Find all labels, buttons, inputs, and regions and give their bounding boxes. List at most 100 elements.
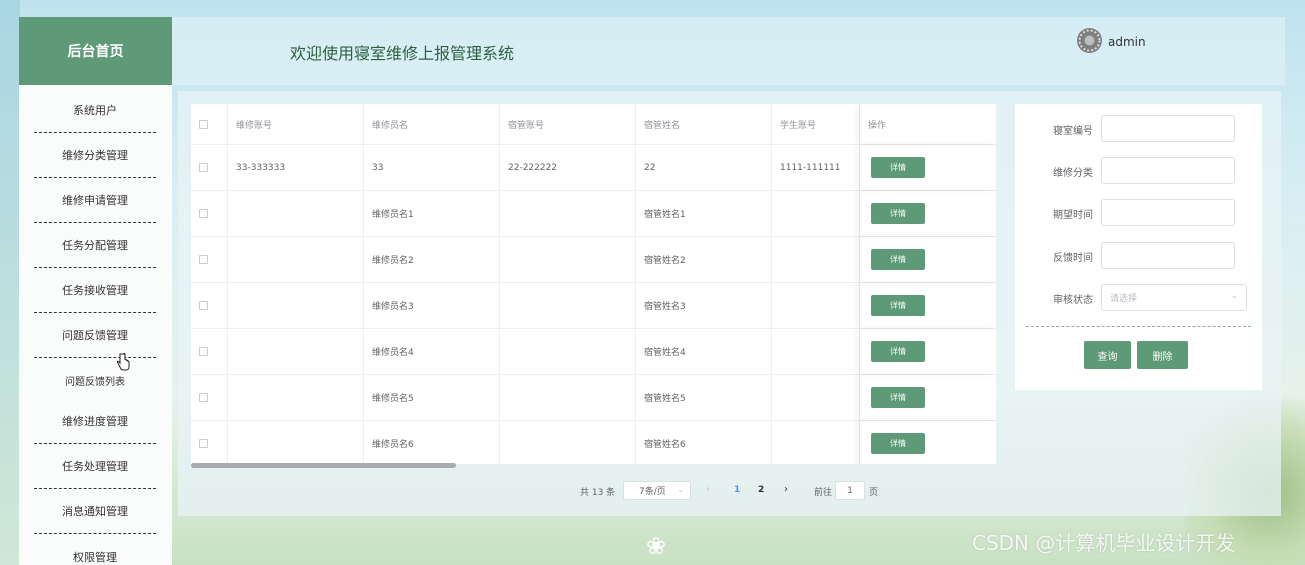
sidebar-item-notifications[interactable]: 消息通知管理: [34, 489, 156, 534]
sidebar-item-task-process[interactable]: 任务处理管理: [34, 444, 156, 489]
detail-button[interactable]: 详情: [871, 341, 925, 362]
sidebar-item-permissions[interactable]: 权限管理: [34, 534, 156, 565]
data-table: 维修账号 维修员名 宿管账号 宿管姓名 学生账号 操作 33-333333 33…: [191, 104, 996, 464]
search-form: 寝室编号 维修分类 期望时间 反馈时间 审核状态 请选择 ⌄ 查询 删除: [1015, 104, 1262, 390]
dorm-number-input[interactable]: [1101, 115, 1235, 142]
row-checkbox-cell[interactable]: [191, 421, 228, 464]
cell-student-account: [772, 283, 860, 328]
cell-repair-account: [228, 191, 364, 236]
cell-manager-account: [500, 191, 636, 236]
sidebar-item-system-users[interactable]: 系统用户: [34, 88, 156, 133]
pagination-total: 共 13 条: [580, 488, 616, 498]
cell-manager-account: 22-222222: [500, 145, 636, 190]
cell-actions: 详情: [860, 421, 996, 464]
next-page-icon[interactable]: ›: [784, 484, 788, 495]
background-left-strip: [0, 0, 20, 565]
cell-manager-name: 宿管姓名5: [636, 375, 772, 420]
table-row: 维修员名2 宿管姓名2 详情: [191, 237, 996, 283]
detail-button[interactable]: 详情: [871, 433, 925, 454]
column-header-actions: 操作: [860, 104, 996, 144]
cell-repair-account: [228, 375, 364, 420]
row-checkbox-cell[interactable]: [191, 283, 228, 328]
sidebar-item-repair-request[interactable]: 维修申请管理: [34, 178, 156, 223]
feedback-time-label: 反馈时间: [1053, 253, 1093, 264]
page-number-1[interactable]: 1: [734, 485, 740, 495]
detail-button[interactable]: 详情: [871, 387, 925, 408]
repair-category-input[interactable]: [1101, 157, 1235, 184]
cell-repair-account: [228, 283, 364, 328]
expected-time-label: 期望时间: [1053, 210, 1093, 221]
cell-manager-account: [500, 421, 636, 464]
detail-button[interactable]: 详情: [871, 295, 925, 316]
sidebar-item-repair-category[interactable]: 维修分类管理: [34, 133, 156, 178]
row-checkbox-cell[interactable]: [191, 191, 228, 236]
sidebar-home[interactable]: 后台首页: [19, 17, 172, 85]
table-row: 维修员名4 宿管姓名4 详情: [191, 329, 996, 375]
watermark: CSDN @计算机毕业设计开发: [972, 531, 1236, 555]
row-checkbox[interactable]: [199, 209, 208, 218]
cell-manager-account: [500, 375, 636, 420]
sidebar-item-feedback[interactable]: 问题反馈管理: [34, 313, 156, 358]
cell-student-account: [772, 237, 860, 282]
cell-repairer-name: 维修员名1: [364, 191, 500, 236]
table-horizontal-scrollbar[interactable]: [191, 463, 996, 469]
avatar[interactable]: [1077, 28, 1102, 53]
hand-cursor-icon: [116, 353, 130, 371]
row-checkbox[interactable]: [199, 301, 208, 310]
sidebar-item-task-assign[interactable]: 任务分配管理: [34, 223, 156, 268]
table-row: 维修员名3 宿管姓名3 详情: [191, 283, 996, 329]
sidebar-item-task-receive[interactable]: 任务接收管理: [34, 268, 156, 313]
sidebar-item-repair-progress[interactable]: 维修进度管理: [34, 399, 156, 444]
form-divider: [1026, 326, 1251, 327]
review-status-select[interactable]: 请选择 ⌄: [1101, 284, 1247, 311]
review-status-placeholder: 请选择: [1110, 294, 1138, 304]
page-size-select[interactable]: 7条/页 ⌄: [623, 481, 691, 500]
dandelion-icon: ❀: [645, 532, 667, 560]
avatar-icon: [1077, 28, 1102, 53]
repair-category-label: 维修分类: [1053, 168, 1093, 179]
cell-repair-account: [228, 329, 364, 374]
cell-repairer-name: 维修员名2: [364, 237, 500, 282]
page-suffix: 页: [869, 488, 879, 498]
row-checkbox[interactable]: [199, 163, 208, 172]
delete-button[interactable]: 删除: [1137, 341, 1188, 369]
row-checkbox[interactable]: [199, 347, 208, 356]
cell-repair-account: 33-333333: [228, 145, 364, 190]
row-checkbox-cell[interactable]: [191, 237, 228, 282]
cell-manager-name: 宿管姓名4: [636, 329, 772, 374]
scrollbar-thumb[interactable]: [191, 463, 456, 468]
cell-repairer-name: 维修员名6: [364, 421, 500, 464]
column-header: 宿管姓名: [636, 104, 772, 144]
user-name[interactable]: admin: [1108, 35, 1146, 49]
detail-button[interactable]: 详情: [871, 157, 925, 178]
cell-student-account: [772, 191, 860, 236]
cell-actions: 详情: [860, 145, 996, 190]
cell-manager-name: 22: [636, 145, 772, 190]
cell-repairer-name: 33: [364, 145, 500, 190]
page-number-2[interactable]: 2: [758, 485, 764, 495]
cell-manager-name: 宿管姓名3: [636, 283, 772, 328]
page-size-value: 7条/页: [639, 487, 666, 497]
row-checkbox[interactable]: [199, 393, 208, 402]
expected-time-input[interactable]: [1101, 199, 1235, 226]
row-checkbox[interactable]: [199, 439, 208, 448]
select-all-checkbox[interactable]: [199, 119, 208, 129]
cell-manager-account: [500, 237, 636, 282]
column-header: 宿管账号: [500, 104, 636, 144]
search-button[interactable]: 查询: [1084, 341, 1131, 369]
table-row: 维修员名6 宿管姓名6 详情: [191, 421, 996, 464]
page-title: 欢迎使用寝室维修上报管理系统: [290, 44, 515, 63]
row-checkbox-cell[interactable]: [191, 145, 228, 190]
row-checkbox-cell[interactable]: [191, 375, 228, 420]
table-row: 33-333333 33 22-222222 22 1111-111111 详情: [191, 145, 996, 191]
feedback-time-input[interactable]: [1101, 242, 1235, 269]
detail-button[interactable]: 详情: [871, 203, 925, 224]
prev-page-icon[interactable]: ‹: [706, 484, 710, 495]
row-checkbox-cell[interactable]: [191, 329, 228, 374]
cell-repairer-name: 维修员名4: [364, 329, 500, 374]
goto-page-input[interactable]: [835, 481, 865, 500]
sidebar-subitem-feedback-list[interactable]: 问题反馈列表: [34, 365, 156, 395]
detail-button[interactable]: 详情: [871, 249, 925, 270]
header-checkbox-cell[interactable]: [191, 104, 228, 144]
row-checkbox[interactable]: [199, 255, 208, 264]
